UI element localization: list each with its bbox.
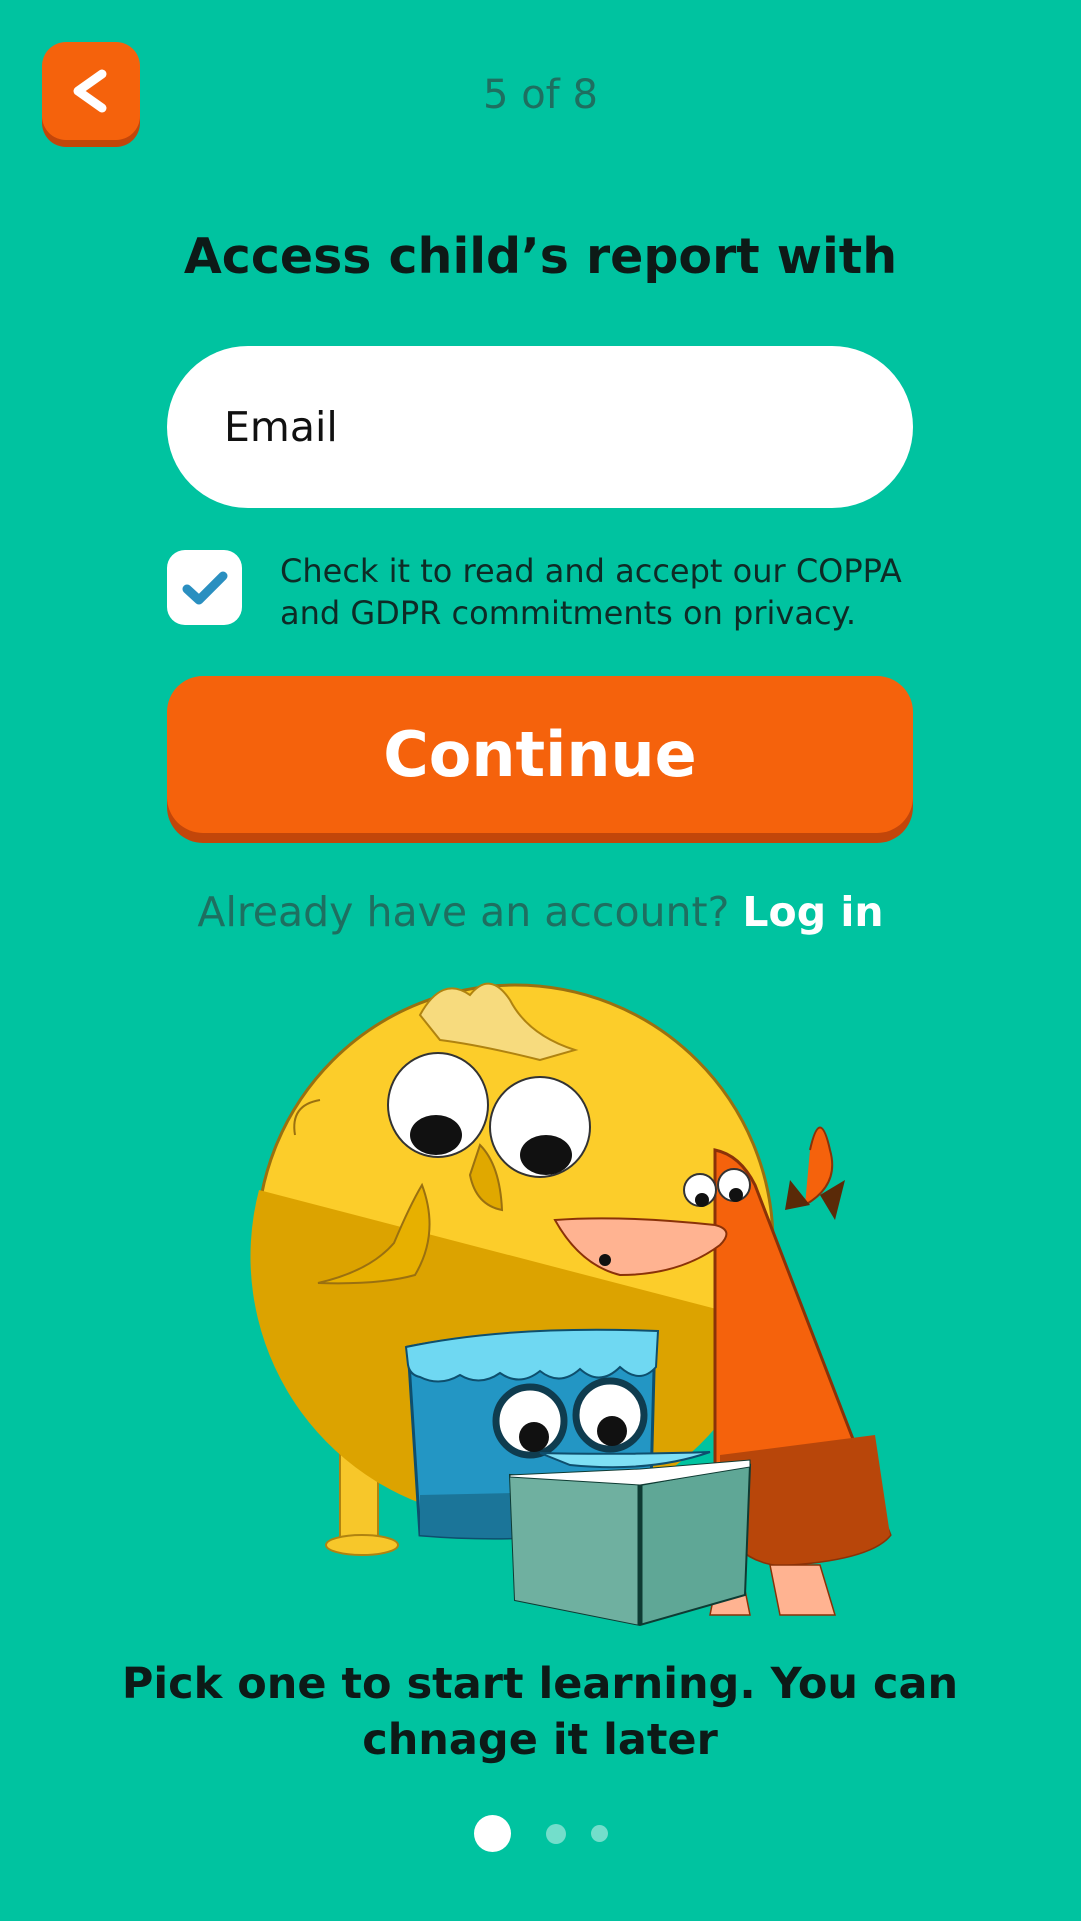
pagination-dot-3[interactable] xyxy=(590,1825,608,1842)
step-indicator: 5 of 8 xyxy=(483,72,598,118)
book-icon xyxy=(508,1459,752,1627)
page-title: Access child’s report with xyxy=(183,228,898,285)
consent-checkbox[interactable] xyxy=(167,550,242,625)
login-prompt-row: Already have an account? Log in xyxy=(0,888,1081,936)
pagination-dot-1[interactable] xyxy=(473,1815,511,1852)
email-field[interactable] xyxy=(167,346,913,508)
login-link[interactable]: Log in xyxy=(742,888,883,936)
pagination-dots xyxy=(0,1815,1081,1852)
caption-text: Pick one to start learning. You can chna… xyxy=(121,1659,959,1765)
consent-text: Check it to read and accept our COPPA an… xyxy=(280,552,902,632)
continue-button[interactable]: Continue xyxy=(167,676,913,833)
pagination-dot-2[interactable] xyxy=(545,1823,566,1844)
login-prompt: Already have an account? xyxy=(197,888,730,936)
reading-characters-illustration xyxy=(250,982,892,1627)
checkmark-icon xyxy=(182,571,227,604)
